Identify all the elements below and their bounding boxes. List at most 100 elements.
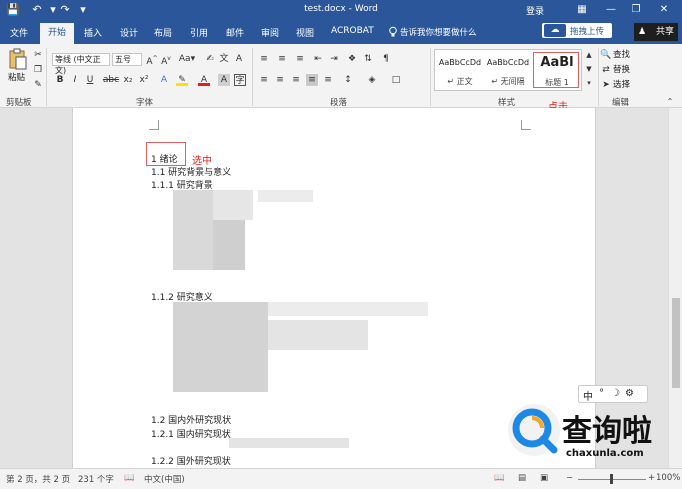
multilevel-list-icon[interactable]: ≡: [294, 53, 306, 65]
zoom-level[interactable]: 100%: [656, 473, 680, 483]
proofing-icon[interactable]: 📖: [124, 473, 135, 483]
distributed-icon[interactable]: ≡: [322, 74, 334, 86]
change-case-icon[interactable]: Aa▾: [178, 53, 196, 65]
bullets-icon[interactable]: ≡: [258, 53, 270, 65]
watermark-logo: [508, 404, 560, 456]
style-name: ↵ 正文: [447, 77, 473, 86]
justify-icon[interactable]: ≡: [306, 74, 318, 86]
find-icon[interactable]: 🔍: [600, 49, 612, 61]
font-color-icon[interactable]: A: [198, 74, 210, 86]
line-spacing-icon[interactable]: ↕: [342, 74, 354, 86]
ime-moon-icon[interactable]: ☽: [611, 388, 620, 399]
show-marks-icon[interactable]: ¶: [380, 53, 392, 65]
tab-acrobat[interactable]: ACROBAT: [331, 26, 374, 36]
collapse-ribbon-icon[interactable]: ⌃: [664, 96, 676, 108]
vertical-scrollbar[interactable]: [668, 108, 682, 468]
superscript-button[interactable]: x²: [138, 74, 150, 86]
shrink-font-icon[interactable]: Av: [160, 53, 172, 67]
zoom-in-icon[interactable]: +: [648, 473, 655, 483]
font-group-label: 字体: [136, 98, 154, 108]
numbering-icon[interactable]: ≡: [276, 53, 288, 65]
tab-home[interactable]: 开始: [40, 23, 74, 44]
enclose-character-icon[interactable]: 字: [234, 74, 246, 86]
borders-icon[interactable]: □: [390, 74, 402, 86]
align-right-icon[interactable]: ≡: [290, 74, 302, 86]
find-button[interactable]: 查找: [613, 49, 630, 61]
subscript-button[interactable]: x₂: [122, 74, 134, 86]
select-icon[interactable]: ➤: [600, 79, 612, 91]
character-border-icon[interactable]: A: [233, 53, 245, 65]
zoom-out-icon[interactable]: −: [566, 473, 573, 483]
tab-view[interactable]: 视图: [296, 26, 314, 39]
shading-icon[interactable]: ◈: [366, 74, 378, 86]
tab-insert[interactable]: 插入: [84, 26, 102, 39]
annotation-select: 选中: [192, 156, 212, 167]
ribbon-display-icon[interactable]: ▦: [574, 2, 590, 18]
gallery-more-icon[interactable]: ▾: [583, 77, 595, 91]
replace-icon[interactable]: ⇄: [600, 64, 612, 76]
text-effects-icon[interactable]: A: [158, 74, 170, 86]
ime-mode-label[interactable]: 中: [583, 388, 593, 403]
restore-icon[interactable]: ❐: [628, 2, 644, 18]
format-painter-icon[interactable]: ✎: [32, 79, 44, 91]
strikethrough-button[interactable]: abc: [102, 74, 120, 86]
tab-design[interactable]: 设计: [120, 26, 138, 39]
ime-punctuation-icon[interactable]: °: [599, 388, 604, 399]
minimize-icon[interactable]: —: [603, 2, 619, 18]
underline-button[interactable]: U: [84, 74, 96, 86]
font-size-select[interactable]: 五号: [112, 53, 142, 66]
cut-icon[interactable]: ✂: [32, 49, 44, 61]
selection-highlight: [146, 142, 186, 166]
login-link[interactable]: 登录: [526, 4, 544, 17]
increase-indent-icon[interactable]: ⇥: [328, 53, 340, 65]
ime-toolbar[interactable]: 中 ° ☽ ⚙: [578, 385, 648, 403]
print-layout-icon[interactable]: ▤: [518, 473, 526, 483]
ime-settings-icon[interactable]: ⚙: [625, 388, 634, 399]
phonetic-guide-icon[interactable]: 文: [218, 53, 230, 65]
replace-button[interactable]: 替换: [613, 64, 630, 76]
tab-layout[interactable]: 布局: [154, 26, 172, 39]
read-mode-icon[interactable]: 📖: [494, 473, 505, 483]
tab-file[interactable]: 文件: [10, 26, 28, 39]
paste-label[interactable]: 粘贴: [8, 72, 25, 84]
share-button[interactable]: ♟ 共享: [634, 23, 678, 41]
bold-button[interactable]: B: [54, 74, 66, 86]
character-shading-icon[interactable]: A: [218, 74, 230, 86]
gallery-up-icon[interactable]: ▲: [583, 49, 595, 63]
scroll-thumb[interactable]: [672, 298, 680, 388]
tell-me-search[interactable]: 告诉我你想要做什么: [388, 26, 477, 38]
select-button[interactable]: 选择: [613, 79, 630, 91]
clear-format-icon[interactable]: ✍: [204, 53, 216, 65]
page-count[interactable]: 第 2 页，共 2 页: [6, 473, 70, 485]
sort-icon[interactable]: ⇅: [362, 53, 374, 65]
chinese-layout-icon[interactable]: ❖: [346, 53, 358, 65]
tab-references[interactable]: 引用: [190, 26, 208, 39]
style-normal[interactable]: AaBbCcDd ↵ 正文: [437, 52, 483, 88]
group-divider: [46, 48, 47, 106]
web-layout-icon[interactable]: ▣: [540, 473, 548, 483]
paragraph[interactable]: 1.2 国内外研究现状: [151, 413, 231, 426]
ribbon-home: 粘贴 ✂ ❐ ✎ 剪贴板 等线 (中文正文) 五号 A^ Av Aa▾ ✍ 文 …: [0, 44, 682, 108]
align-center-icon[interactable]: ≡: [274, 74, 286, 86]
font-name-select[interactable]: 等线 (中文正文): [52, 53, 110, 75]
style-heading-1[interactable]: AaBl 标题 1: [533, 52, 579, 88]
highlight-icon[interactable]: ✎: [176, 74, 188, 86]
paragraph[interactable]: 1.2.2 国外研究现状: [151, 454, 231, 467]
close-icon[interactable]: ✕: [656, 2, 672, 18]
language-indicator[interactable]: 中文(中国): [144, 473, 185, 485]
italic-button[interactable]: I: [69, 74, 81, 86]
grow-font-icon[interactable]: A^: [146, 53, 158, 67]
style-no-spacing[interactable]: AaBbCcDd ↵ 无间隔: [485, 52, 531, 88]
paragraph[interactable]: 1.2.1 国内研究现状: [151, 427, 231, 440]
copy-icon[interactable]: ❐: [32, 64, 44, 76]
paste-icon[interactable]: [8, 48, 28, 70]
zoom-slider-thumb[interactable]: [610, 474, 613, 484]
sync-upload-button[interactable]: ☁ 拖拽上传: [542, 23, 612, 38]
decrease-indent-icon[interactable]: ⇤: [312, 53, 324, 65]
tab-review[interactable]: 审阅: [261, 26, 279, 39]
gallery-down-icon[interactable]: ▼: [583, 63, 595, 77]
blurred-content: [268, 320, 368, 350]
align-left-icon[interactable]: ≡: [258, 74, 270, 86]
word-count[interactable]: 231 个字: [78, 473, 114, 485]
tab-mailings[interactable]: 邮件: [226, 26, 244, 39]
